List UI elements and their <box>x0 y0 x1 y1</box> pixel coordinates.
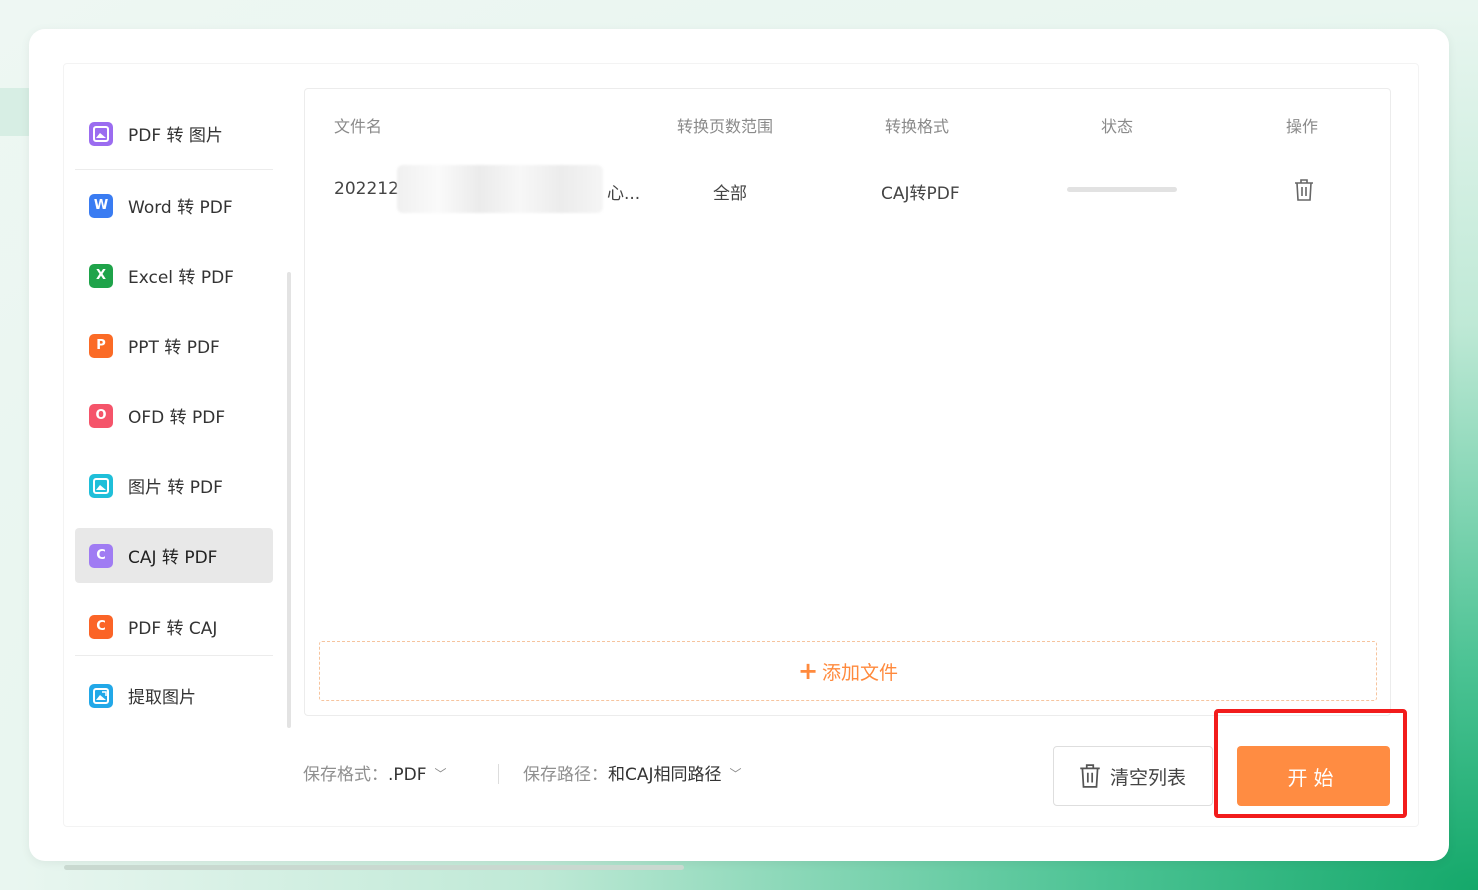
ppt-icon-glyph: P <box>96 338 106 353</box>
sidebar-item-excel-to-pdf[interactable]: X Excel 转 PDF <box>75 248 273 303</box>
header-status: 状态 <box>1101 117 1134 136</box>
ppt-icon: P <box>89 333 113 358</box>
save-path-label: 保存路径： <box>523 765 608 785</box>
word-icon: W <box>89 193 113 218</box>
pdf-to-image-icon <box>89 121 113 146</box>
add-file-label: 添加文件 <box>822 661 899 684</box>
sidebar-item-pdf-to-caj[interactable]: C PDF 转 CAJ <box>75 598 273 656</box>
sidebar-item-label: PDF 转 CAJ <box>128 619 218 639</box>
horizontal-scrollbar[interactable] <box>64 865 684 870</box>
plus-icon: + <box>797 657 819 685</box>
save-format-value: .PDF <box>388 765 427 785</box>
pdf-to-caj-icon: C <box>89 614 113 639</box>
page-range-value[interactable]: 全部 <box>713 179 747 204</box>
sidebar-item-word-to-pdf[interactable]: W Word 转 PDF <box>75 178 273 233</box>
divider <box>498 764 499 784</box>
save-format-label: 保存格式： <box>303 765 388 785</box>
excel-icon-glyph: X <box>95 268 107 283</box>
pdf-to-caj-icon-glyph: C <box>96 619 106 634</box>
sidebar-item-extract-image[interactable]: 提取图片 <box>75 668 273 723</box>
save-path-select[interactable]: 保存路径：和CAJ相同路径 ﹀ <box>523 760 742 785</box>
filename-start: 202212 <box>334 179 399 199</box>
sidebar-item-label: CAJ 转 PDF <box>128 548 218 568</box>
sidebar-scrollbar[interactable] <box>287 272 291 728</box>
trash-icon <box>1080 764 1100 788</box>
filename-end: 心... <box>607 184 641 204</box>
sidebar-item-label: 图片 转 PDF <box>128 478 223 498</box>
ofd-icon: O <box>89 403 113 428</box>
chevron-down-icon: ﹀ <box>729 767 742 781</box>
sidebar-item-ofd-to-pdf[interactable]: O OFD 转 PDF <box>75 388 273 443</box>
format-value: CAJ转PDF <box>881 184 960 204</box>
status-progress-bar <box>1067 187 1177 192</box>
sidebar-item-caj-to-pdf[interactable]: C CAJ 转 PDF <box>75 528 273 583</box>
ofd-icon-glyph: O <box>95 408 107 423</box>
sidebar-item-label: PDF 转 图片 <box>128 126 223 146</box>
sidebar-item-label: OFD 转 PDF <box>128 408 226 428</box>
file-table: 文件名 转换页数范围 转换格式 状态 操作 202212 心... 全部 CAJ… <box>304 88 1391 716</box>
header-action: 操作 <box>1286 117 1319 136</box>
caj-icon-glyph: C <box>96 548 106 563</box>
word-icon-glyph: W <box>93 198 109 213</box>
sidebar-item-label: Excel 转 PDF <box>128 268 234 288</box>
sidebar-item-label: 提取图片 <box>128 688 196 708</box>
trash-icon[interactable] <box>1293 178 1315 206</box>
excel-icon: X <box>89 263 113 288</box>
header-filename: 文件名 <box>334 117 383 136</box>
sidebar-item-label: Word 转 PDF <box>128 198 233 218</box>
sidebar-item-label: PPT 转 PDF <box>128 338 220 358</box>
sidebar-item-image-to-pdf[interactable]: 图片 转 PDF <box>75 458 273 513</box>
image-to-pdf-icon <box>89 473 113 498</box>
header-format: 转换格式 <box>885 117 950 136</box>
sidebar-item-pdf-to-image[interactable]: PDF 转 图片 <box>75 98 273 170</box>
clear-list-button[interactable]: 清空列表 <box>1053 746 1213 806</box>
header-page-range: 转换页数范围 <box>677 117 774 136</box>
sidebar-item-ppt-to-pdf[interactable]: P PPT 转 PDF <box>75 318 273 373</box>
save-path-value: 和CAJ相同路径 <box>608 765 722 785</box>
chevron-down-icon: ﹀ <box>434 767 447 781</box>
add-file-button[interactable]: + 添加文件 <box>319 641 1377 701</box>
caj-icon: C <box>89 543 113 568</box>
extract-image-icon <box>89 683 113 708</box>
save-format-select[interactable]: 保存格式：.PDF ﹀ <box>303 760 447 785</box>
clear-list-label: 清空列表 <box>1110 766 1187 789</box>
sidebar: PDF 转 图片 W Word 转 PDF X Excel 转 PDF P PP… <box>75 98 273 738</box>
blurred-filename <box>397 165 603 213</box>
highlight-annotation <box>1214 709 1407 818</box>
